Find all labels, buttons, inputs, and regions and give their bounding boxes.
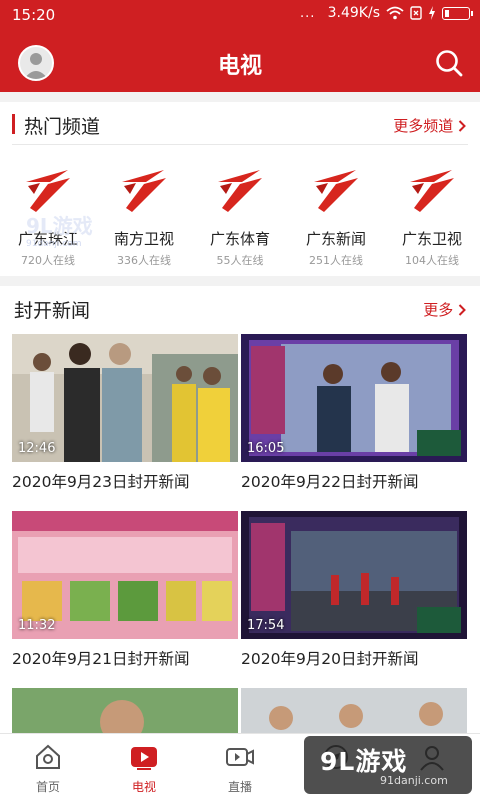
divider [12,144,468,145]
channel-item[interactable]: 广东新闻 251人在线 [288,160,384,270]
channel-item[interactable]: 广东卫视 104人在线 [384,160,480,270]
watermark-brand: 9L游戏 [26,214,93,238]
network-speed: 3.49K/s [327,5,380,21]
nav-home[interactable]: 首页 [0,734,96,800]
video-thumbnail: 12:46 [12,334,238,462]
channel-name: 广东体育 [209,230,270,248]
hot-channels-title: 热门频道 [24,116,101,138]
video-duration: 16:05 [247,441,285,456]
channel-viewers: 251人在线 [309,254,363,267]
gdtv-logo-icon [26,170,70,212]
news-card[interactable]: 11:32 2020年9月21日封开新闻 [12,511,238,669]
channel-name: 南方卫视 [113,230,174,248]
channel-name: 广东新闻 [305,230,366,248]
sim-icon [410,6,422,20]
more-channels-label: 更多频道 [393,117,454,135]
watermark-site: 91danji.com [26,239,82,249]
channel-viewers: 336人在线 [117,254,171,267]
news-card[interactable] [241,688,467,734]
more-channels-link[interactable]: 更多频道 [393,115,466,136]
more-news-link[interactable]: 更多 [423,299,466,320]
video-duration: 11:32 [18,618,56,633]
nav-label: 电视 [131,780,156,794]
status-time: 15:20 [12,6,56,24]
top-header: 15:20 ... 3.49K/s 电视 [0,0,480,92]
video-thumbnail: 11:32 [12,511,238,639]
chevron-right-icon [458,304,466,316]
section-spacer [0,276,480,286]
search-icon[interactable] [434,48,464,78]
channel-item[interactable]: 南方卫视 336人在线 [96,160,192,270]
chevron-right-icon [458,120,466,132]
nav-tv[interactable]: 电视 [96,734,192,800]
video-duration: 17:54 [247,618,285,633]
status-right: 3.49K/s [327,5,473,21]
news-caption: 2020年9月21日封开新闻 [12,650,190,668]
news-title: 封开新闻 [14,300,91,322]
channel-viewers: 104人在线 [405,254,459,267]
gdtv-logo-icon [410,170,454,212]
nav-label: 首页 [35,780,60,794]
video-thumbnail: 17:54 [241,511,467,639]
news-card[interactable]: 17:54 2020年9月20日封开新闻 [241,511,467,669]
channel-item[interactable]: 广东体育 55人在线 [192,160,288,270]
channel-viewers: 720人在线 [21,254,75,267]
nav-label: 直播 [227,780,252,794]
gdtv-logo-icon [218,170,262,212]
watermark: 9L游戏 91danji.com [26,210,93,249]
gdtv-logo-icon [314,170,358,212]
channel-viewers: 55人在线 [216,254,264,267]
home-icon [36,744,60,769]
video-thumbnail: 16:05 [241,334,467,462]
status-dots: ... [300,6,316,21]
more-news-label: 更多 [423,301,454,319]
thumbnail-image [12,688,238,734]
section-accent-bar [12,114,15,134]
hot-channels-header: 热门频道 更多频道 [0,104,480,144]
channel-name: 广东卫视 [401,230,462,248]
video-thumbnail [241,688,467,734]
app-screen: 15:20 ... 3.49K/s 电视 热门频道 更多频道 广东珠江 720人… [0,0,480,800]
bottom-nav: 首页 电视 直播 9L游戏 91danji.com [0,733,480,800]
news-caption: 2020年9月23日封开新闻 [12,473,190,491]
gdtv-logo-icon [122,170,166,212]
tv-icon [131,747,157,770]
battery-icon [442,6,473,20]
section-spacer [0,92,480,102]
video-thumbnail [12,688,238,734]
watermark-badge: 9L游戏 91danji.com [304,736,472,794]
video-camera-icon [226,748,254,766]
nav-live[interactable]: 直播 [192,734,288,800]
page-title: 电视 [217,54,262,79]
news-caption: 2020年9月22日封开新闻 [241,473,419,491]
badge-site: 91danji.com [380,774,448,787]
status-bar: 15:20 ... 3.49K/s [0,0,480,30]
charging-icon [429,6,435,20]
video-duration: 12:46 [18,441,56,456]
badge-brand: 9L游戏 [320,747,408,776]
news-header: 封开新闻 更多 [0,288,480,328]
news-card[interactable] [12,688,238,734]
thumbnail-image [241,688,467,734]
news-card[interactable]: 12:46 2020年9月23日封开新闻 [12,334,238,492]
news-caption: 2020年9月20日封开新闻 [241,650,419,668]
wifi-icon [386,6,404,20]
news-card[interactable]: 16:05 2020年9月22日封开新闻 [241,334,467,492]
